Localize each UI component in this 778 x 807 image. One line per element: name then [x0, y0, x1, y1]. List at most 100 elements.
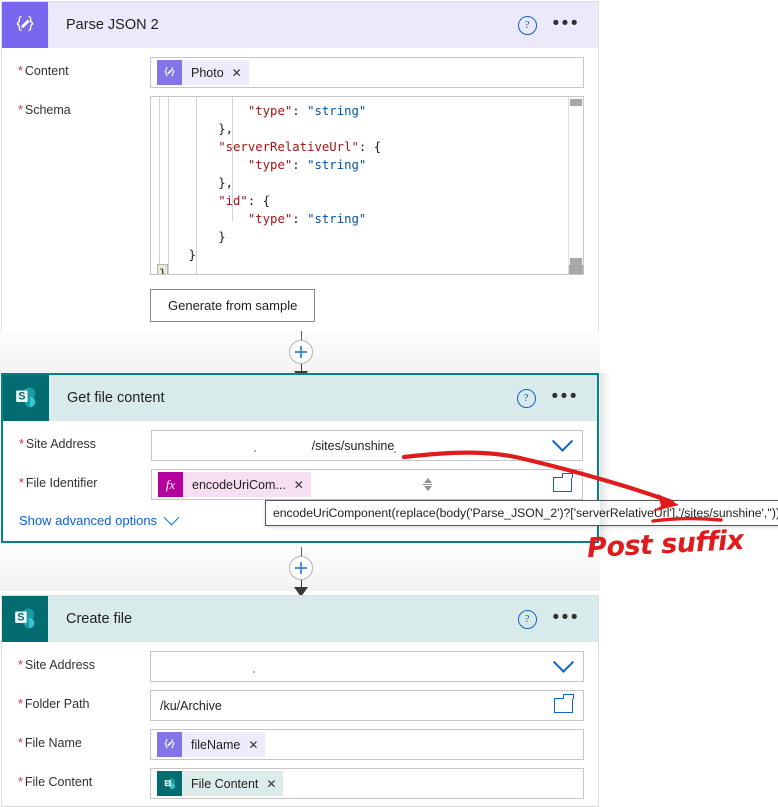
- folder-path-value: /ku/Archive: [160, 698, 222, 713]
- editor-scrollbar[interactable]: [568, 97, 583, 274]
- sharepoint-icon: S: [2, 596, 48, 642]
- handwritten-note: Post suffix: [586, 524, 745, 565]
- file-identifier-input[interactable]: fx encodeUriCom... ✕: [151, 469, 583, 500]
- token-remove-icon[interactable]: ✕: [232, 66, 242, 80]
- file-content-input[interactable]: S File Content ✕: [150, 768, 584, 799]
- folder-path-input[interactable]: /ku/Archive: [150, 690, 584, 721]
- add-step-plus-icon[interactable]: [289, 556, 313, 580]
- field-row-file-name: * File Name fileName ✕: [2, 721, 598, 760]
- field-row-content: * Content Photo ✕: [2, 48, 598, 88]
- card-title: Parse JSON 2: [66, 17, 159, 33]
- card-body-create-file: *Site Address *Folder Path /ku/Archive: [2, 642, 598, 799]
- redacted-text: [161, 652, 543, 681]
- required-asterisk: *: [18, 103, 23, 117]
- token-remove-icon[interactable]: ✕: [266, 777, 276, 791]
- token-label-wrap: File Content ✕: [182, 771, 284, 796]
- generate-from-sample-button[interactable]: Generate from sample: [150, 289, 316, 322]
- chevron-down-icon[interactable]: [551, 430, 574, 452]
- token-photo[interactable]: Photo ✕: [157, 60, 249, 85]
- code-line: "id": {: [159, 194, 271, 208]
- code-line: }: [159, 248, 197, 262]
- parse-json-icon: [2, 2, 48, 48]
- token-label-wrap: Photo ✕: [182, 60, 249, 85]
- sharepoint-token-icon: S: [157, 771, 182, 796]
- card-header-create-file[interactable]: S Create file ? •••: [2, 596, 598, 642]
- token-label: Photo: [191, 65, 224, 80]
- code-line: }: [159, 230, 226, 244]
- field-row-site-address: * Site Address: [2, 642, 598, 682]
- formula-icon: fx: [158, 472, 183, 497]
- chevron-down-icon[interactable]: [552, 651, 575, 673]
- card-body-parse-json-2: * Content Photo ✕ * Schema "type": "stri…: [2, 48, 598, 338]
- more-options-icon[interactable]: •••: [553, 14, 580, 33]
- svg-text:S: S: [165, 780, 169, 786]
- site-address-dropdown[interactable]: /sites/sunshine: [151, 430, 583, 461]
- add-step-plus-icon[interactable]: [289, 340, 313, 364]
- card-header-actions: ? •••: [517, 608, 598, 629]
- required-asterisk: *: [18, 736, 23, 750]
- action-card-parse-json-2[interactable]: Parse JSON 2 ? ••• * Content Photo ✕ * S…: [1, 1, 599, 338]
- card-header-actions: ? •••: [517, 14, 598, 35]
- help-icon[interactable]: ?: [516, 388, 536, 408]
- help-icon[interactable]: ?: [517, 15, 537, 35]
- help-icon[interactable]: ?: [517, 609, 537, 629]
- generate-from-sample-row: Generate from sample: [2, 275, 598, 338]
- folder-picker-icon[interactable]: [552, 473, 573, 492]
- required-asterisk: *: [18, 697, 23, 711]
- editor-scroll-corner: [569, 265, 583, 274]
- stepper-icon[interactable]: [422, 478, 433, 491]
- token-encode-uri-component[interactable]: fx encodeUriCom... ✕: [158, 472, 311, 497]
- add-step-connector-2[interactable]: [283, 547, 319, 597]
- code-line: "type": "string": [159, 158, 367, 172]
- token-remove-icon[interactable]: ✕: [248, 738, 258, 752]
- chevron-down-icon[interactable]: [163, 509, 180, 526]
- token-label-wrap: fileName ✕: [182, 732, 266, 757]
- svg-text:S: S: [18, 391, 25, 403]
- card-header-parse-json-2[interactable]: Parse JSON 2 ? •••: [2, 2, 598, 48]
- card-header-get-file-content[interactable]: S Get file content ? •••: [3, 375, 597, 421]
- parse-json-token-icon: [157, 732, 182, 757]
- code-line: "type": "string": [159, 212, 367, 226]
- required-asterisk: *: [18, 775, 23, 789]
- file-name-input[interactable]: fileName ✕: [150, 729, 584, 760]
- token-file-name[interactable]: fileName ✕: [157, 732, 266, 757]
- required-asterisk: *: [19, 437, 24, 451]
- card-header-actions: ? •••: [516, 387, 597, 408]
- required-asterisk: *: [19, 476, 24, 490]
- site-address-label: * Site Address: [18, 658, 96, 672]
- field-row-site-address: * Site Address /sites/sunshine: [3, 421, 597, 461]
- token-file-content[interactable]: S File Content ✕: [157, 771, 284, 796]
- file-content-label: * File Content: [18, 775, 93, 789]
- file-name-label: * File Name: [18, 736, 82, 750]
- redacted-text: [162, 431, 542, 460]
- card-title: Create file: [66, 611, 133, 627]
- more-options-icon[interactable]: •••: [553, 608, 580, 627]
- svg-text:S: S: [17, 612, 24, 624]
- token-label: File Content: [191, 776, 259, 791]
- folder-picker-icon[interactable]: [554, 694, 574, 713]
- code-line: }: [151, 264, 583, 274]
- site-address-label: * Site Address: [19, 437, 97, 451]
- schema-code-editor[interactable]: "type": "string" }, "serverRelativeUrl":…: [150, 96, 584, 275]
- sharepoint-icon: S: [3, 375, 49, 421]
- power-automate-flow-designer: Parse JSON 2 ? ••• * Content Photo ✕ * S…: [0, 0, 778, 807]
- site-address-dropdown[interactable]: [150, 651, 584, 682]
- code-line: },: [159, 122, 234, 136]
- field-row-schema: * Schema "type": "string" }, "serverRelat…: [2, 88, 598, 275]
- more-options-icon[interactable]: •••: [552, 387, 579, 406]
- token-remove-icon[interactable]: ✕: [294, 478, 304, 492]
- action-card-create-file[interactable]: S Create file ? ••• * Site Address * Fol…: [1, 595, 599, 807]
- content-label: * Content: [18, 64, 69, 78]
- token-label: encodeUriCom...: [192, 477, 286, 492]
- expression-text: encodeUriComponent(replace(body('Parse_J…: [273, 506, 778, 520]
- required-asterisk: *: [18, 658, 23, 672]
- expression-tooltip: encodeUriComponent(replace(body('Parse_J…: [265, 500, 778, 526]
- token-label: fileName: [191, 737, 241, 752]
- parse-json-token-icon: [157, 60, 182, 85]
- field-row-folder-path: * Folder Path /ku/Archive: [2, 682, 598, 721]
- content-input[interactable]: Photo ✕: [150, 57, 584, 88]
- card-title: Get file content: [67, 390, 165, 406]
- required-asterisk: *: [18, 64, 23, 78]
- show-advanced-options-link[interactable]: Show advanced options: [19, 513, 157, 528]
- panel-shadow: [600, 373, 610, 543]
